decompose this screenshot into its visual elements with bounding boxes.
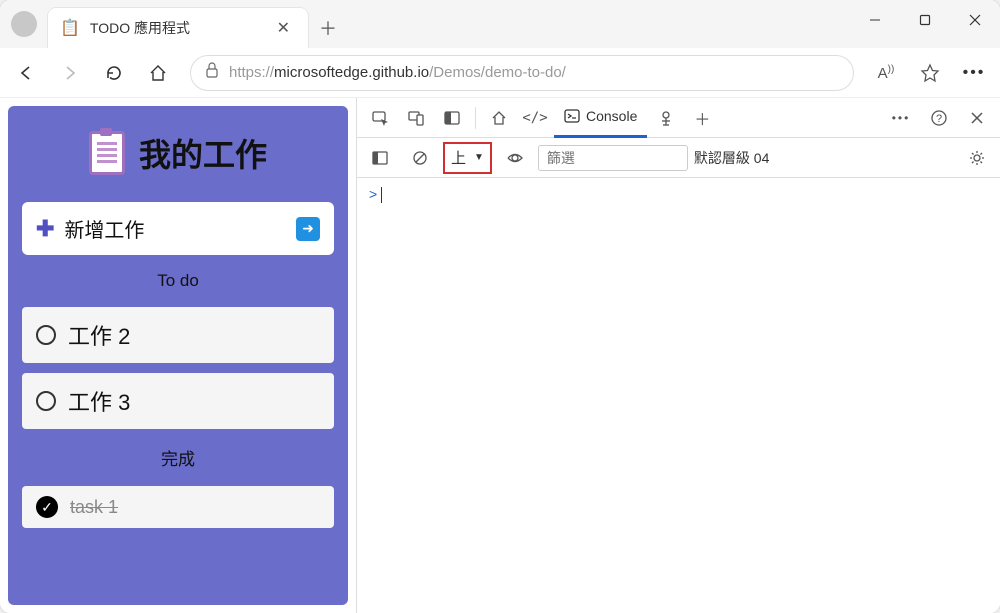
check-icon[interactable]: ✓ <box>36 496 58 518</box>
new-tab-button[interactable]: ＋ <box>308 8 348 48</box>
url-input[interactable]: https://microsoftedge.github.io/Demos/de… <box>190 55 854 91</box>
app-header: 我的工作 <box>22 120 334 192</box>
browser-tab[interactable]: 📋 TODO 應用程式 ✕ <box>48 8 308 48</box>
task-item[interactable]: 工作 2 <box>22 307 334 363</box>
sidebar-toggle-button[interactable] <box>363 141 397 175</box>
task-item[interactable]: 工作 3 <box>22 373 334 429</box>
elements-tab[interactable]: </> <box>518 101 552 135</box>
more-tabs-button[interactable]: ＋ <box>685 101 719 135</box>
devtools-panel: </> Console ＋ ••• ? 上 ▼ <box>356 98 1000 613</box>
app-title: 我的工作 <box>139 130 267 176</box>
context-label: 上 <box>451 147 466 168</box>
log-levels-selector[interactable]: 默認層級 04 <box>694 148 769 168</box>
console-settings-button[interactable] <box>960 141 994 175</box>
maximize-button[interactable] <box>900 0 950 40</box>
context-selector[interactable]: 上 ▼ <box>443 142 492 174</box>
favorite-button[interactable] <box>910 53 950 93</box>
filter-input[interactable] <box>538 145 688 171</box>
welcome-tab[interactable] <box>482 101 516 135</box>
dock-button[interactable] <box>435 101 469 135</box>
sources-tab[interactable] <box>649 101 683 135</box>
devtools-more-button[interactable]: ••• <box>884 101 918 135</box>
add-task-label: 新增工作 <box>64 214 286 243</box>
read-aloud-button[interactable]: A)) <box>866 53 906 93</box>
url-text: https://microsoftedge.github.io/Demos/de… <box>229 64 566 81</box>
done-section-label: 完成 <box>22 439 334 476</box>
submit-task-button[interactable]: ➜ <box>296 217 320 241</box>
device-button[interactable] <box>399 101 433 135</box>
avatar-icon <box>11 11 37 37</box>
checkbox-icon[interactable] <box>36 325 56 345</box>
checkbox-icon[interactable] <box>36 391 56 411</box>
minimize-button[interactable] <box>850 0 900 40</box>
clipboard-icon: 📋 <box>60 18 80 38</box>
svg-text:?: ? <box>936 113 942 125</box>
devtools-tabs: </> Console ＋ ••• ? <box>357 98 1000 138</box>
task-label: 工作 3 <box>68 385 130 417</box>
clipboard-icon <box>89 131 125 175</box>
help-button[interactable]: ? <box>922 101 956 135</box>
close-tab-button[interactable]: ✕ <box>271 16 296 40</box>
back-button[interactable] <box>6 53 46 93</box>
console-body[interactable]: > <box>357 178 1000 613</box>
live-expression-button[interactable] <box>498 141 532 175</box>
titlebar: 📋 TODO 應用程式 ✕ ＋ <box>0 0 1000 48</box>
address-bar: https://microsoftedge.github.io/Demos/de… <box>0 48 1000 98</box>
more-button[interactable]: ••• <box>954 53 994 93</box>
forward-button[interactable] <box>50 53 90 93</box>
console-icon <box>564 108 580 124</box>
chevron-down-icon: ▼ <box>474 152 484 163</box>
console-tab[interactable]: Console <box>554 98 647 138</box>
console-tab-label: Console <box>586 108 637 124</box>
plus-icon: ✚ <box>36 216 54 242</box>
home-button[interactable] <box>138 53 178 93</box>
console-prompt: > <box>369 186 377 202</box>
refresh-button[interactable] <box>94 53 134 93</box>
todo-app: 我的工作 ✚ 新增工作 ➜ To do 工作 2 工作 3 完成 ✓ task … <box>8 106 348 605</box>
tab-title: TODO 應用程式 <box>90 18 261 38</box>
window-controls <box>850 0 1000 48</box>
clear-console-button[interactable] <box>403 141 437 175</box>
lock-icon <box>205 62 219 83</box>
close-window-button[interactable] <box>950 0 1000 40</box>
profile-button[interactable] <box>0 0 48 48</box>
inspect-button[interactable] <box>363 101 397 135</box>
add-task-input[interactable]: ✚ 新增工作 ➜ <box>22 202 334 255</box>
todo-section-label: To do <box>22 265 334 297</box>
task-label: 工作 2 <box>68 319 130 351</box>
cursor <box>381 187 382 203</box>
task-item-done[interactable]: ✓ task 1 <box>22 486 334 528</box>
console-toolbar: 上 ▼ 默認層級 04 <box>357 138 1000 178</box>
task-label: task 1 <box>70 497 118 518</box>
close-devtools-button[interactable] <box>960 101 994 135</box>
